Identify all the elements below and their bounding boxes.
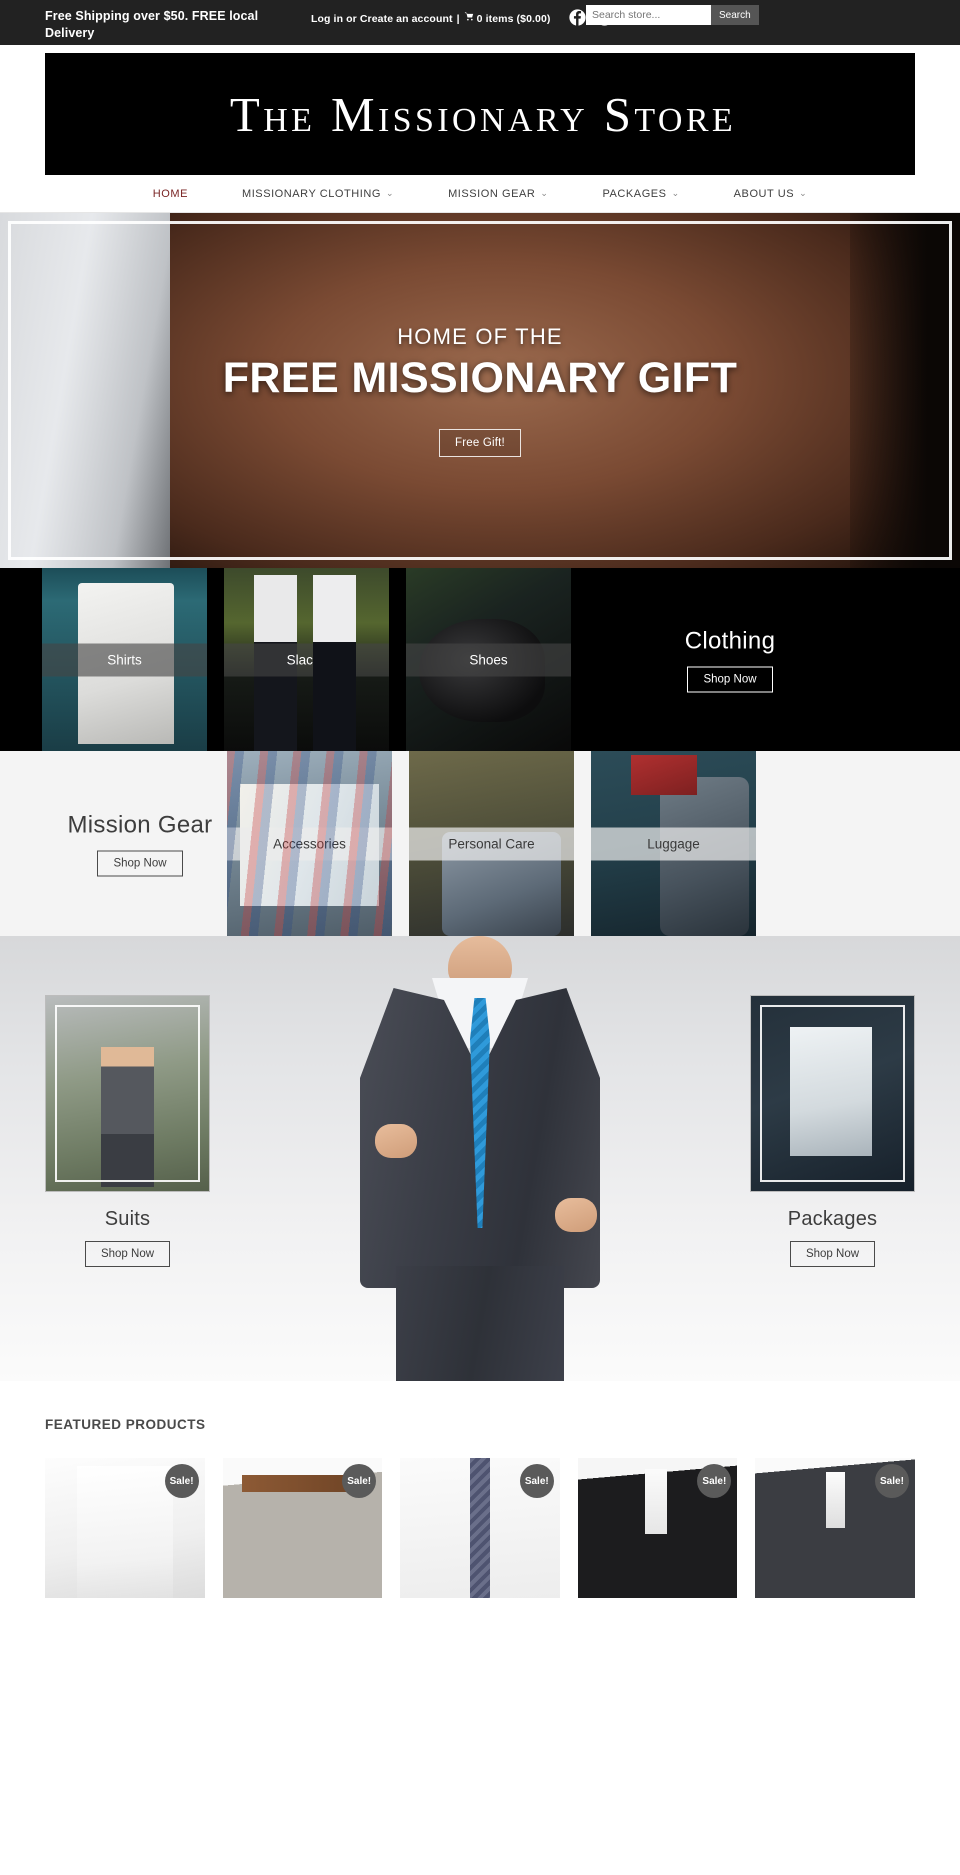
- login-link[interactable]: Log in: [311, 13, 343, 25]
- suits-image-border: [55, 1005, 200, 1182]
- nav-item-missionary-clothing[interactable]: MISSIONARY CLOTHING ⌄: [215, 188, 421, 200]
- account-or-text: or: [343, 12, 360, 25]
- store-search: Search: [586, 5, 759, 25]
- packages-shop-now-button[interactable]: Shop Now: [789, 1241, 876, 1267]
- chevron-down-icon: ⌄: [799, 188, 808, 198]
- category-tile-accessories[interactable]: Accessories: [227, 751, 392, 936]
- hero-banner: HOME OF THE FREE MISSIONARY GIFT Free Gi…: [0, 213, 960, 568]
- packages-title: Packages: [787, 1208, 878, 1230]
- cart-summary-link[interactable]: 0 items ($0.00): [477, 13, 551, 25]
- featured-products-row: Sale! Sale! Sale! Sale! Sale!: [45, 1458, 915, 1598]
- nav-item-mission-gear[interactable]: MISSION GEAR ⌄: [421, 188, 575, 200]
- account-links: Log in or Create an account | 0 items ($0…: [311, 11, 551, 25]
- create-account-link[interactable]: Create an account: [360, 13, 453, 25]
- shopping-cart-icon[interactable]: [464, 11, 475, 25]
- hero-content: HOME OF THE FREE MISSIONARY GIFT Free Gi…: [0, 213, 960, 568]
- mission-gear-shop-now-button[interactable]: Shop Now: [97, 850, 183, 876]
- chevron-down-icon: ⌄: [540, 188, 549, 198]
- promo-message: Free Shipping over $50. FREE local Deliv…: [45, 9, 259, 40]
- model-hand-left: [375, 1124, 417, 1158]
- category-tile-shoes[interactable]: Shoes: [406, 568, 571, 751]
- clothing-title: Clothing: [684, 627, 776, 654]
- product-card[interactable]: Sale!: [577, 1458, 738, 1598]
- nav-label: ABOUT US: [733, 187, 795, 200]
- suits-image: [45, 995, 210, 1192]
- packages-image: [750, 995, 915, 1192]
- nav-label: HOME: [152, 187, 188, 200]
- main-navigation: HOME MISSIONARY CLOTHING ⌄ MISSION GEAR …: [0, 175, 960, 213]
- mission-gear-section: Mission Gear Shop Now Accessories Person…: [0, 751, 960, 936]
- clothing-section: Shirts Slacks Shoes Clothing Shop Now: [0, 568, 960, 751]
- packages-card[interactable]: Packages Shop Now: [750, 995, 915, 1267]
- category-tile-personal-care[interactable]: Personal Care: [409, 751, 574, 936]
- category-tile-luggage[interactable]: Luggage: [591, 751, 756, 936]
- chevron-down-icon: ⌄: [671, 188, 680, 198]
- chevron-down-icon: ⌄: [386, 188, 395, 198]
- packages-image-border: [760, 1005, 905, 1182]
- facebook-icon[interactable]: [568, 9, 586, 26]
- featured-products-section: FEATURED PRODUCTS Sale! Sale! Sale! Sale…: [0, 1381, 960, 1598]
- top-right-group: Log in or Create an account | 0 items ($0…: [311, 9, 613, 26]
- nav-label: MISSION GEAR: [448, 187, 536, 200]
- nav-item-home[interactable]: HOME: [126, 188, 215, 200]
- suits-shop-now-button[interactable]: Shop Now: [84, 1241, 171, 1267]
- clothing-callout: Clothing Shop Now: [600, 627, 860, 692]
- free-gift-button[interactable]: Free Gift!: [439, 429, 521, 457]
- logo-area: The Missionary Store: [0, 45, 960, 175]
- clothing-tiles: Shirts Slacks Shoes: [42, 568, 588, 751]
- tile-label: Slacks: [224, 643, 389, 676]
- top-utility-bar: Free Shipping over $50. FREE local Deliv…: [0, 0, 960, 45]
- hero-title: FREE MISSIONARY GIFT: [222, 354, 738, 402]
- suits-packages-section: Suits Shop Now Packages Shop Now: [0, 936, 960, 1381]
- tile-label: Personal Care: [409, 827, 574, 860]
- status-badge: Sale!: [697, 1464, 732, 1498]
- status-badge: Sale!: [519, 1464, 554, 1498]
- status-badge: Sale!: [874, 1464, 909, 1498]
- nav-item-packages[interactable]: PACKAGES ⌄: [575, 188, 706, 200]
- account-separator: |: [456, 12, 460, 25]
- featured-products-heading: FEATURED PRODUCTS: [45, 1417, 206, 1432]
- logo-banner[interactable]: The Missionary Store: [45, 53, 915, 175]
- search-button[interactable]: Search: [711, 5, 759, 25]
- suits-card[interactable]: Suits Shop Now: [45, 995, 210, 1267]
- status-badge: Sale!: [342, 1464, 377, 1498]
- product-card[interactable]: Sale!: [400, 1458, 560, 1598]
- nav-label: MISSIONARY CLOTHING: [241, 187, 381, 200]
- clothing-shop-now-button[interactable]: Shop Now: [687, 666, 773, 692]
- suits-title: Suits: [104, 1208, 151, 1230]
- tile-label: Shirts: [42, 643, 207, 676]
- hero-subtitle: HOME OF THE: [397, 324, 563, 349]
- mission-gear-tiles: Accessories Personal Care Luggage: [227, 751, 773, 936]
- suit-model-image: [345, 936, 615, 1381]
- nav-item-about-us[interactable]: ABOUT US ⌄: [707, 188, 835, 200]
- status-badge: Sale!: [164, 1464, 199, 1498]
- category-tile-slacks[interactable]: Slacks: [224, 568, 389, 751]
- search-input[interactable]: [586, 5, 711, 25]
- tile-label: Shoes: [406, 643, 571, 676]
- model-hand-right: [555, 1198, 597, 1232]
- nav-label: PACKAGES: [602, 187, 667, 200]
- tile-label: Luggage: [591, 827, 756, 860]
- accessories-image: [227, 751, 392, 936]
- model-trousers: [396, 1266, 564, 1381]
- category-tile-shirts[interactable]: Shirts: [42, 568, 207, 751]
- product-card[interactable]: Sale!: [222, 1458, 383, 1598]
- product-card[interactable]: Sale!: [45, 1458, 205, 1598]
- store-logo-text: The Missionary Store: [229, 86, 737, 142]
- product-card[interactable]: Sale!: [755, 1458, 915, 1598]
